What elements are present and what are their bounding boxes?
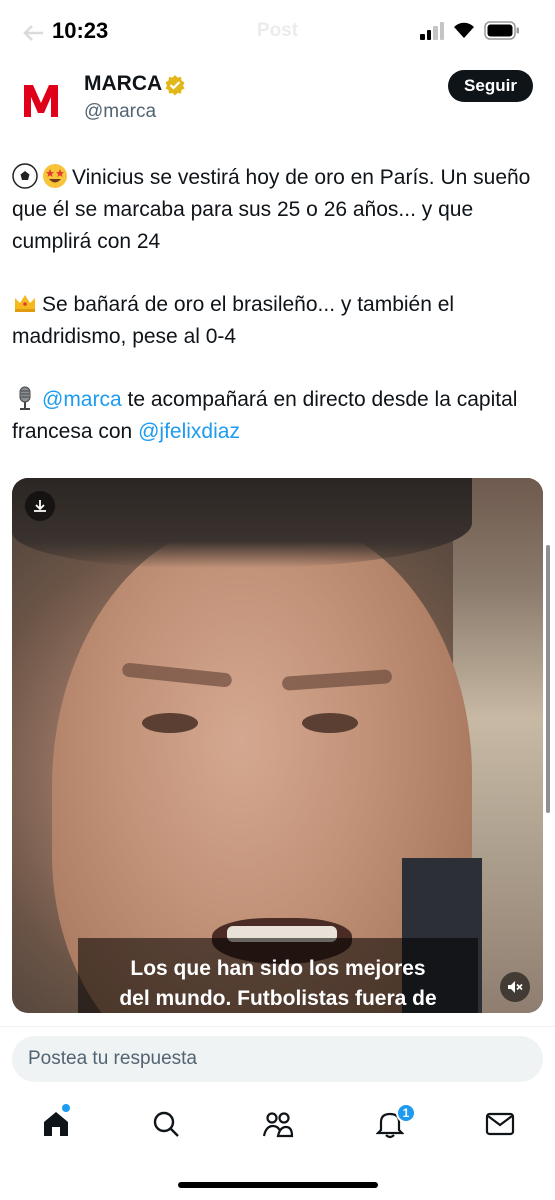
notification-count-badge: 1 bbox=[396, 1103, 416, 1123]
tweet-paragraph: @marca te acompañará en directo desde la… bbox=[12, 384, 542, 448]
follow-button[interactable]: Seguir bbox=[448, 70, 533, 102]
tweet-text: Vinicius se vestirá hoy de oro en París.… bbox=[12, 162, 542, 479]
speaker-muted-icon bbox=[508, 981, 523, 993]
home-indicator bbox=[178, 1182, 378, 1188]
mention-link[interactable]: @marca bbox=[42, 388, 122, 411]
tweet-paragraph-2-text: Se bañará de oro el brasileño... y tambi… bbox=[12, 293, 455, 348]
marca-logo-icon bbox=[24, 85, 58, 117]
star-struck-icon bbox=[43, 164, 67, 188]
video-player[interactable]: Los que han sido los mejores del mundo. … bbox=[12, 478, 543, 1013]
reply-input[interactable] bbox=[12, 1036, 543, 1082]
cellular-signal-icon bbox=[420, 22, 446, 40]
soccer-ball-icon bbox=[12, 163, 38, 189]
author-handle[interactable]: @marca bbox=[84, 101, 156, 123]
nav-communities[interactable] bbox=[258, 1104, 298, 1144]
nav-home[interactable] bbox=[36, 1104, 76, 1144]
status-bar: Post 10:23 bbox=[0, 0, 555, 62]
crown-icon bbox=[15, 295, 35, 312]
tweet-paragraph: Vinicius se vestirá hoy de oro en París.… bbox=[12, 162, 542, 258]
divider bbox=[0, 1026, 555, 1027]
video-subtitle-line-2: del mundo. Futbolistas fuera de bbox=[119, 987, 437, 1010]
scrollbar[interactable] bbox=[546, 545, 550, 813]
search-icon bbox=[153, 1111, 179, 1137]
mute-button[interactable] bbox=[500, 972, 530, 1002]
download-icon bbox=[34, 500, 46, 512]
nav-messages[interactable] bbox=[480, 1104, 520, 1144]
home-unread-dot bbox=[62, 1104, 70, 1112]
mention-link[interactable]: @jfelixdiaz bbox=[138, 420, 240, 443]
video-subtitle-line-1: Los que han sido los mejores bbox=[130, 957, 426, 980]
tweet-paragraph: Se bañará de oro el brasileño... y tambi… bbox=[12, 289, 542, 353]
tweet-paragraph-1-text: Vinicius se vestirá hoy de oro en París.… bbox=[12, 166, 531, 253]
home-icon bbox=[44, 1112, 68, 1136]
bottom-navigation bbox=[0, 1098, 555, 1154]
download-button[interactable] bbox=[25, 491, 55, 521]
battery-icon bbox=[484, 21, 519, 40]
messages-icon bbox=[485, 1112, 515, 1136]
communities-icon bbox=[262, 1112, 294, 1138]
video-hair bbox=[12, 478, 472, 568]
nav-search[interactable] bbox=[146, 1104, 186, 1144]
author-name[interactable]: MARCA bbox=[84, 72, 162, 96]
avatar[interactable] bbox=[12, 72, 70, 130]
wifi-icon bbox=[454, 22, 474, 38]
verified-badge-icon bbox=[165, 75, 185, 96]
microphone-icon bbox=[19, 386, 31, 410]
status-time: 10:23 bbox=[52, 18, 109, 43]
